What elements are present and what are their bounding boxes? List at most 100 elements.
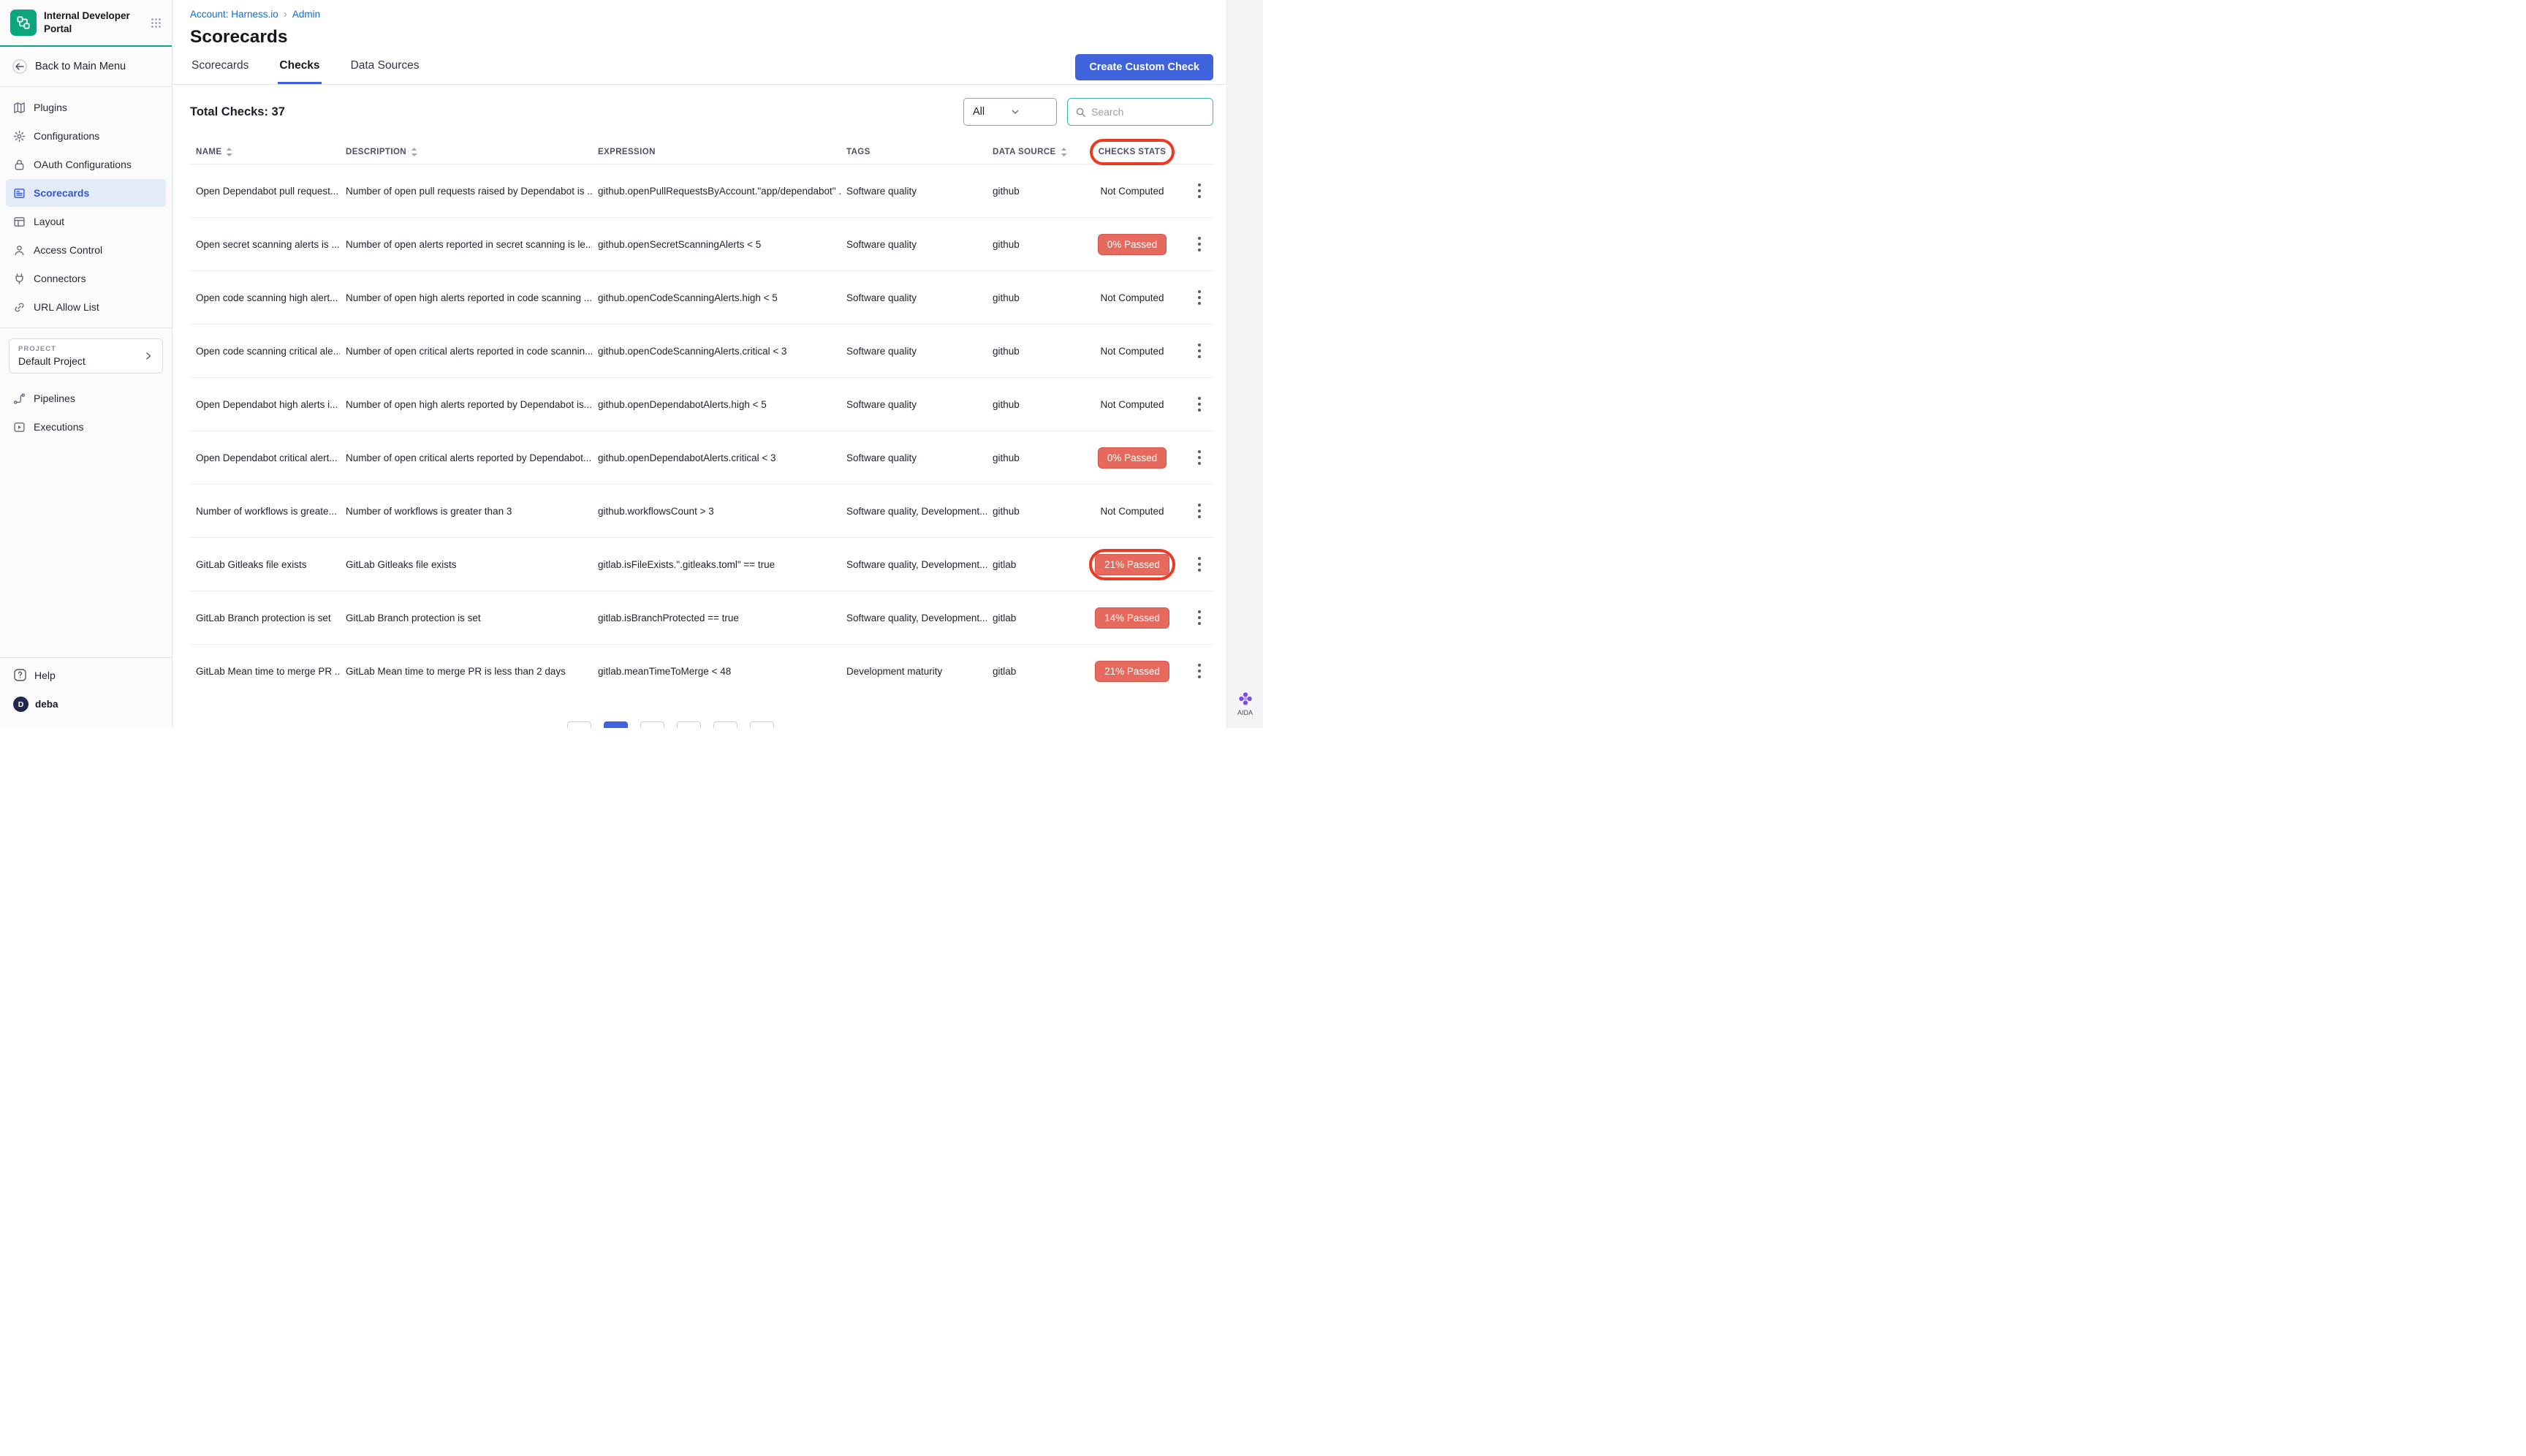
column-header-expression[interactable]: EXPRESSION — [592, 146, 841, 158]
column-header-checks_stats[interactable]: CHECKS STATS — [1074, 146, 1184, 158]
pagination-page[interactable]: 2 — [640, 721, 664, 728]
column-header-name[interactable]: NAME — [190, 146, 340, 158]
kebab-menu-icon[interactable] — [1194, 658, 1205, 683]
check-description: Number of open alerts reported in secret… — [340, 239, 592, 250]
check-stats: Not Computed — [1074, 506, 1184, 517]
check-tags: Software quality — [841, 239, 987, 250]
page-title: Scorecards — [190, 27, 1213, 48]
column-header-actions[interactable] — [1184, 151, 1215, 153]
sidebar-item-oauth-configurations[interactable]: OAuth Configurations — [6, 151, 166, 178]
aida-assistant-button[interactable]: AIDA — [1227, 690, 1263, 716]
column-header-data_source[interactable]: DATA SOURCE — [987, 146, 1074, 158]
table-row: Open code scanning critical ale... Numbe… — [190, 324, 1213, 377]
filter-selected-value: All — [973, 106, 1011, 118]
check-name: Open code scanning high alert... — [190, 292, 340, 303]
check-tags: Development maturity — [841, 666, 987, 677]
check-name: Open Dependabot critical alert... — [190, 452, 340, 463]
kebab-menu-icon[interactable] — [1194, 498, 1205, 523]
check-data-source: gitlab — [987, 559, 1074, 570]
table-row: Open Dependabot critical alert... Number… — [190, 431, 1213, 484]
column-header-label: DESCRIPTION — [346, 148, 406, 156]
sidebar-item-layout[interactable]: Layout — [6, 208, 166, 235]
sidebar-item-executions[interactable]: Executions — [6, 413, 166, 441]
aida-label: AIDA — [1237, 709, 1253, 716]
check-name: Number of workflows is greate... — [190, 506, 340, 517]
check-stats: Not Computed — [1074, 186, 1184, 197]
column-header-description[interactable]: DESCRIPTION — [340, 146, 592, 158]
pagination: ‹ 1 2 3 4 › — [567, 721, 774, 728]
app-grid-icon[interactable] — [151, 18, 162, 29]
pagination-page[interactable]: 1 — [604, 721, 628, 728]
check-data-source: github — [987, 452, 1074, 463]
filter-dropdown[interactable]: All — [963, 98, 1057, 126]
kebab-menu-icon[interactable] — [1194, 231, 1205, 257]
column-header-label: EXPRESSION — [598, 148, 656, 156]
create-custom-check-button[interactable]: Create Custom Check — [1075, 54, 1213, 80]
table-row: GitLab Gitleaks file exists GitLab Gitle… — [190, 537, 1213, 591]
column-header-tags[interactable]: TAGS — [841, 146, 987, 158]
sidebar-item-url-allow-list[interactable]: URL Allow List — [6, 293, 166, 321]
help-button[interactable]: Help — [0, 658, 172, 688]
project-selector[interactable]: PROJECT Default Project — [9, 338, 163, 374]
user-menu[interactable]: D deba — [0, 688, 172, 721]
tab-label: Data Sources — [351, 59, 420, 72]
check-description: Number of workflows is greater than 3 — [340, 506, 592, 517]
check-expression: github.openCodeScanningAlerts.critical <… — [592, 346, 841, 357]
stats-badge: 21% Passed — [1095, 661, 1169, 682]
kebab-menu-icon[interactable] — [1194, 284, 1205, 310]
breadcrumb: Account: Harness.io › Admin — [190, 9, 1213, 20]
check-description: GitLab Gitleaks file exists — [340, 559, 592, 570]
kebab-menu-icon[interactable] — [1194, 391, 1205, 417]
executions-icon — [13, 421, 26, 433]
kebab-menu-icon[interactable] — [1194, 178, 1205, 203]
sidebar-item-configurations[interactable]: Configurations — [6, 122, 166, 150]
sort-icon[interactable] — [226, 147, 232, 157]
check-expression: gitlab.isBranchProtected == true — [592, 613, 841, 623]
check-stats: Not Computed — [1074, 346, 1184, 357]
tab-data-sources[interactable]: Data Sources — [349, 50, 421, 84]
main-panel: Account: Harness.io › Admin Scorecards S… — [172, 0, 1226, 728]
tab-label: Checks — [279, 59, 319, 72]
check-name: Open code scanning critical ale... — [190, 346, 340, 357]
table-row: Number of workflows is greate... Number … — [190, 484, 1213, 537]
back-to-main-menu[interactable]: Back to Main Menu — [0, 47, 172, 86]
table-row: GitLab Branch protection is set GitLab B… — [190, 591, 1213, 644]
check-description: GitLab Branch protection is set — [340, 613, 592, 623]
breadcrumb-admin-link[interactable]: Admin — [292, 9, 320, 20]
kebab-menu-icon[interactable] — [1194, 551, 1205, 577]
idp-logo-icon — [10, 10, 37, 36]
kebab-menu-icon[interactable] — [1194, 604, 1205, 630]
sidebar-item-scorecards[interactable]: Scorecards — [6, 179, 166, 207]
check-tags: Software quality — [841, 346, 987, 357]
tab-scorecards[interactable]: Scorecards — [190, 50, 250, 84]
stats-text: Not Computed — [1100, 346, 1164, 357]
tab-checks[interactable]: Checks — [278, 50, 321, 84]
kebab-menu-icon[interactable] — [1194, 444, 1205, 470]
stats-text: Not Computed — [1100, 506, 1164, 517]
sidebar-item-connectors[interactable]: Connectors — [6, 265, 166, 292]
pagination-page[interactable]: › — [750, 721, 774, 728]
pagination-page[interactable]: 3 — [677, 721, 701, 728]
app-title: Internal Developer Portal — [44, 10, 132, 35]
sidebar-item-plugins[interactable]: Plugins — [6, 94, 166, 121]
check-description: Number of open critical alerts reported … — [340, 452, 592, 463]
kebab-menu-icon[interactable] — [1194, 338, 1205, 363]
pagination-page[interactable]: ‹ — [567, 721, 591, 728]
check-expression: github.openSecretScanningAlerts < 5 — [592, 239, 841, 250]
stats-badge: 0% Passed — [1098, 447, 1167, 469]
check-data-source: gitlab — [987, 613, 1074, 623]
sidebar-item-access-control[interactable]: Access Control — [6, 236, 166, 264]
sidebar-item-pipelines[interactable]: Pipelines — [6, 384, 166, 412]
sort-icon[interactable] — [1061, 147, 1067, 157]
breadcrumb-account-link[interactable]: Account: Harness.io — [190, 9, 278, 20]
table-toolbar: Total Checks: 37 All — [190, 98, 1213, 126]
search-icon — [1075, 107, 1086, 118]
sidebar-item-label: Executions — [34, 421, 83, 433]
pagination-page[interactable]: 4 — [713, 721, 737, 728]
check-description: Number of open critical alerts reported … — [340, 346, 592, 357]
check-tags: Software quality, Development... — [841, 559, 987, 570]
search-input[interactable] — [1091, 106, 1224, 118]
check-tags: Software quality — [841, 186, 987, 197]
sort-icon[interactable] — [411, 147, 417, 157]
table-row: Open secret scanning alerts is ... Numbe… — [190, 217, 1213, 270]
